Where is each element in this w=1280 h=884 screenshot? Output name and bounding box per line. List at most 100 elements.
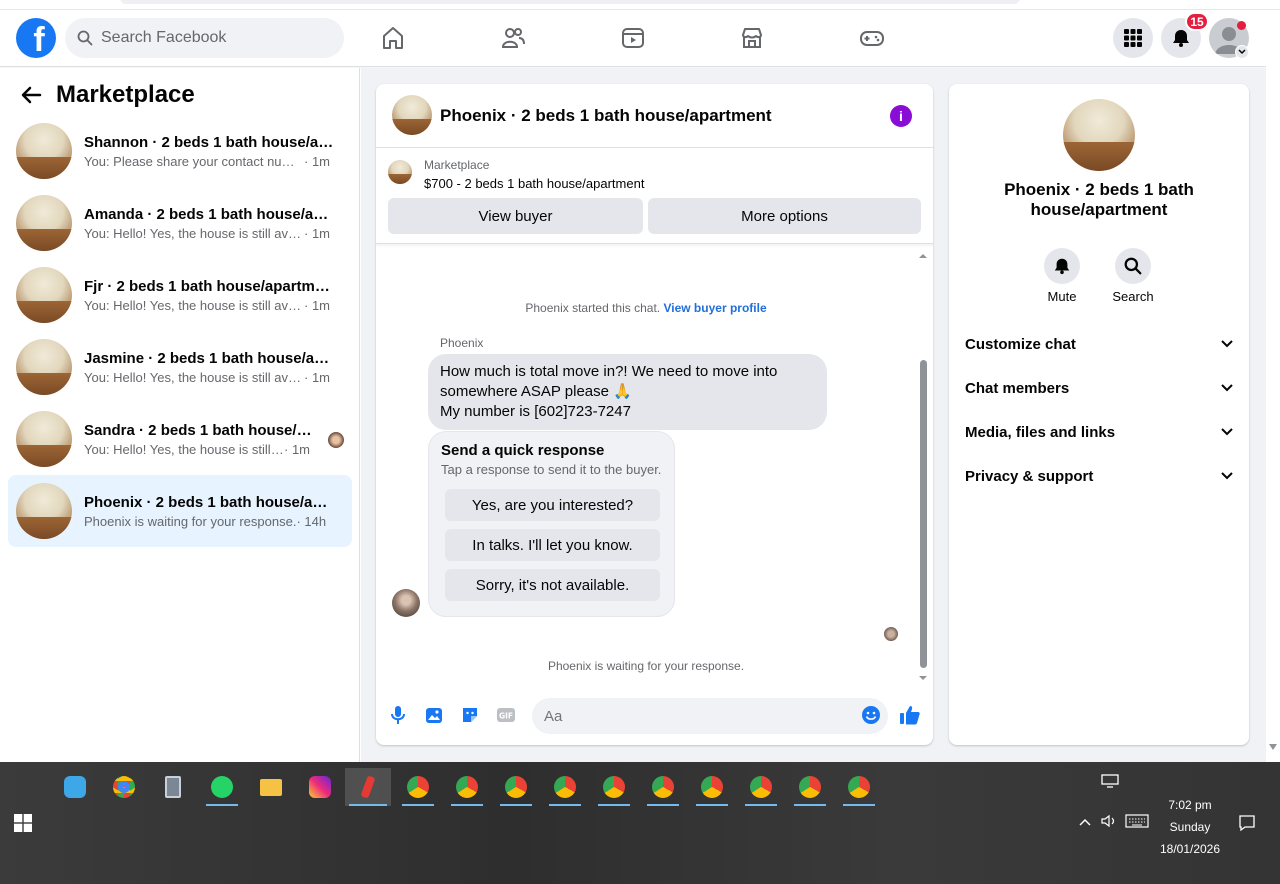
sender-name: Phoenix — [440, 336, 484, 350]
info-icon[interactable]: i — [890, 105, 912, 127]
search-icon — [77, 30, 93, 46]
customize-chat-section[interactable]: Customize chat — [957, 322, 1241, 366]
privacy-support-section[interactable]: Privacy & support — [957, 454, 1241, 498]
section-label: Media, files and links — [965, 423, 1116, 441]
chat-started-notice: Phoenix started this chat. View buyer pr… — [376, 301, 916, 315]
chat-members-section[interactable]: Chat members — [957, 366, 1241, 410]
windows-start-icon[interactable] — [14, 814, 34, 834]
media-files-links-section[interactable]: Media, files and links — [957, 410, 1241, 454]
svg-text:GIF: GIF — [499, 712, 513, 721]
listing-thumbnail — [16, 339, 72, 395]
listing-thumbnail — [16, 483, 72, 539]
chevron-down-icon — [1221, 428, 1233, 436]
mute-label: Mute — [1047, 289, 1077, 304]
instagram-icon[interactable] — [300, 768, 340, 806]
gaming-icon[interactable] — [856, 22, 888, 54]
quick-response-title: Send a quick response — [441, 442, 605, 459]
taskbar-app-icon[interactable] — [104, 768, 144, 806]
search-input[interactable] — [101, 29, 321, 47]
listing-thumbnail — [16, 267, 72, 323]
menu-grid-button[interactable] — [1113, 18, 1153, 58]
volume-icon[interactable] — [1100, 814, 1118, 831]
friends-icon[interactable] — [497, 22, 529, 54]
back-arrow-icon[interactable] — [20, 84, 42, 111]
snipping-tool-icon[interactable] — [345, 768, 391, 806]
facebook-logo-icon[interactable]: f — [16, 18, 56, 58]
chrome-icon[interactable] — [496, 768, 536, 806]
quick-response-button[interactable]: In talks. I'll let you know. — [445, 529, 660, 561]
notification-center-icon[interactable] — [1238, 814, 1256, 835]
chrome-icon[interactable] — [643, 768, 683, 806]
photo-icon[interactable] — [423, 704, 445, 726]
chrome-icon[interactable] — [594, 768, 634, 806]
search-conversation-button[interactable] — [1115, 248, 1151, 284]
conversation-item[interactable]: Jasmine · 2 beds 1 bath house/apartment … — [8, 331, 352, 403]
conversation-item[interactable]: Shannon · 2 beds 1 bath house/apartment … — [8, 115, 352, 187]
top-navigation-bar: f 15 — [0, 10, 1266, 67]
chrome-icon[interactable] — [545, 768, 585, 806]
notification-count-badge: 15 — [1185, 12, 1209, 31]
taskbar-app-icon[interactable] — [55, 768, 95, 806]
chrome-icon[interactable] — [692, 768, 732, 806]
message-text: My number is [602]723-7247 — [440, 403, 631, 420]
conversation-item[interactable]: Fjr · 2 beds 1 bath house/apartment You:… — [8, 259, 352, 331]
chevron-down-icon[interactable] — [1235, 45, 1249, 59]
listing-thumbnail[interactable] — [392, 95, 432, 135]
scrollbar-thumb[interactable] — [920, 360, 927, 668]
chrome-icon[interactable] — [447, 768, 487, 806]
conversation-name: Amanda · 2 beds 1 bath house/apartment — [84, 205, 334, 223]
chrome-icon[interactable] — [790, 768, 830, 806]
home-icon[interactable] — [377, 22, 409, 54]
chat-window: Phoenix · 2 beds 1 bath house/apartment … — [376, 84, 933, 745]
network-icon[interactable] — [1101, 774, 1119, 791]
video-icon[interactable] — [617, 22, 649, 54]
conversation-item[interactable]: Sandra · 2 beds 1 bath house/apartment Y… — [8, 403, 352, 475]
listing-kind: Marketplace — [424, 158, 490, 172]
gif-icon[interactable]: GIF — [495, 704, 517, 726]
chevron-up-icon[interactable] — [1078, 816, 1092, 830]
keyboard-icon[interactable] — [1125, 814, 1149, 831]
microphone-icon[interactable] — [387, 704, 409, 726]
marketplace-icon[interactable] — [736, 22, 768, 54]
calculator-icon[interactable] — [153, 768, 193, 806]
chevron-down-icon — [1221, 340, 1233, 348]
emoji-icon[interactable] — [860, 704, 882, 726]
chrome-icon[interactable] — [741, 768, 781, 806]
conversation-name: Shannon · 2 beds 1 bath house/apartment — [84, 133, 334, 151]
like-icon[interactable] — [899, 704, 921, 726]
sender-avatar[interactable] — [392, 589, 420, 617]
conversation-name: Phoenix · 2 beds 1 bath house/apartment — [84, 493, 334, 511]
sticker-icon[interactable] — [459, 704, 481, 726]
conversation-time: · 1m — [284, 441, 310, 457]
message-input-box[interactable] — [532, 698, 888, 734]
chat-title[interactable]: Phoenix · 2 beds 1 bath house/apartment — [440, 106, 772, 126]
more-options-button[interactable]: More options — [648, 198, 921, 234]
page-scrollbar[interactable] — [1266, 10, 1280, 762]
conversation-item[interactable]: Amanda · 2 beds 1 bath house/apartment Y… — [8, 187, 352, 259]
quick-response-button[interactable]: Sorry, it's not available. — [445, 569, 660, 601]
listing-name[interactable]: $700 - 2 beds 1 bath house/apartment — [424, 176, 644, 191]
message-input[interactable] — [544, 707, 844, 725]
clock-date: 18/01/2026 — [1159, 842, 1221, 856]
system-clock[interactable]: 7:02 pm Sunday 18/01/2026 — [1150, 794, 1230, 860]
search-label: Search — [1112, 289, 1154, 304]
conversation-item-selected[interactable]: Phoenix · 2 beds 1 bath house/apartment … — [8, 475, 352, 547]
search-box[interactable] — [65, 18, 344, 58]
listing-thumbnail — [16, 195, 72, 251]
file-explorer-icon[interactable] — [251, 768, 291, 806]
chrome-icon[interactable] — [398, 768, 438, 806]
view-buyer-button[interactable]: View buyer — [388, 198, 643, 234]
chrome-icon[interactable] — [839, 768, 879, 806]
buyer-avatar — [328, 432, 344, 448]
chevron-down-icon — [1221, 384, 1233, 392]
section-label: Privacy & support — [965, 467, 1094, 485]
mute-button[interactable] — [1044, 248, 1080, 284]
conversation-time: · 1m — [304, 225, 330, 241]
details-title: Phoenix · 2 beds 1 bath house/apartment — [1004, 180, 1194, 219]
listing-thumbnail[interactable] — [1063, 99, 1135, 171]
conversation-preview: You: Hello! Yes, the house is still avai… — [84, 369, 304, 385]
view-buyer-profile-link[interactable]: View buyer profile — [663, 301, 766, 315]
quick-response-button[interactable]: Yes, are you interested? — [445, 489, 660, 521]
chat-started-text: Phoenix started this chat. — [525, 301, 661, 315]
whatsapp-icon[interactable] — [202, 768, 242, 806]
